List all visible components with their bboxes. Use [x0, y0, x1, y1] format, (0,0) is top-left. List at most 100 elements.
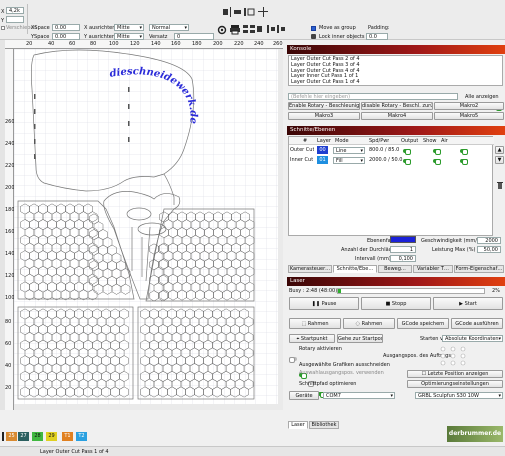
col-output: Output: [401, 138, 419, 144]
stop-label: Stopp: [391, 301, 407, 307]
optimierung-settings-button[interactable]: Optimierungseinstellungen: [407, 380, 503, 388]
command-input[interactable]: (Befehle hier eingeben): [288, 93, 458, 100]
move-as-group-label: Move as group: [319, 25, 356, 31]
starten-von-select[interactable]: Absolute Koordinaten: [442, 335, 503, 342]
output-toggle[interactable]: [403, 148, 411, 155]
palette-swatch[interactable]: 28: [32, 432, 43, 441]
job-origin-grid[interactable]: [439, 345, 467, 367]
layer-table-header: # Layer Mode Spd/Pwr Output Show Air: [289, 137, 494, 145]
leistung-input[interactable]: 50,00: [477, 246, 501, 253]
air-toggle[interactable]: [460, 148, 469, 155]
gcode-run-button[interactable]: GCode ausführen: [451, 318, 503, 329]
makro4-button[interactable]: Makro4: [361, 112, 433, 120]
yspace-input[interactable]: 0.00: [52, 33, 80, 40]
design-canvas[interactable]: dieschneidewerk.de: [14, 49, 283, 410]
move-as-group-checkbox[interactable]: [311, 26, 316, 31]
startpunkt-label: Startpunkt: [300, 336, 328, 342]
palette-swatch[interactable]: T1: [62, 432, 73, 441]
x-align-select[interactable]: Mitte: [114, 24, 144, 31]
makro5-button[interactable]: Makro5: [434, 112, 504, 120]
palette-swatch[interactable]: 27: [18, 432, 29, 441]
makro3-button[interactable]: Makro3: [288, 112, 360, 120]
output-toggle[interactable]: [403, 158, 411, 165]
schnitte-header: Schnitte/Ebenen: [287, 126, 505, 135]
rahmen-round-label: Rahmen: [361, 321, 383, 327]
canvas-scrollbar-vertical[interactable]: [278, 49, 283, 410]
progress-label: 2%: [492, 288, 500, 294]
tab-variabler-text[interactable]: Variabler T…: [413, 265, 453, 273]
move-layer-down-button[interactable]: ▼: [495, 156, 504, 164]
layer-color-swatch[interactable]: [390, 236, 416, 243]
move-layer-up-button[interactable]: ▲: [495, 146, 504, 154]
layer-color-chip[interactable]: 01: [317, 156, 328, 164]
padding-input[interactable]: 0.0: [366, 33, 388, 40]
durchlaeufe-input[interactable]: 1: [390, 246, 416, 253]
durchlaeufe-label: Anzahl der Durchläufe: [341, 247, 397, 253]
canvas-scrollbar-horizontal[interactable]: [14, 404, 278, 410]
air-toggle[interactable]: [460, 158, 469, 165]
show-toggle[interactable]: [432, 148, 441, 155]
pause-icon: ❚❚: [311, 301, 322, 307]
toolbar: X 4,2k Y Verschieben XSpace 0.00 YSpace …: [0, 0, 505, 40]
layer-mode-select[interactable]: Line: [333, 147, 365, 154]
layer-mode-select[interactable]: Fill: [333, 157, 365, 164]
ruler-tick: 100: [109, 41, 119, 47]
gehe-startpos-button[interactable]: Gehe zur Startpos.: [337, 334, 383, 343]
ruler-tick: 260: [273, 41, 283, 47]
ruler-tick: 180: [192, 41, 202, 47]
ruler-tick: 220: [234, 41, 244, 47]
align-tools-icon[interactable]: [222, 6, 272, 18]
tab-schnitte-ebenen[interactable]: Schnitte/Ebe…: [333, 265, 377, 273]
palette-swatch[interactable]: 29: [46, 432, 57, 441]
distribute-icon[interactable]: [266, 24, 286, 35]
enable-rotary-button[interactable]: Enable Rotary - Beschleunigung: [288, 102, 360, 110]
device-select[interactable]: GRBL Sculpfun S30 10W: [415, 392, 503, 399]
table-row[interactable]: Outer Cut 00 Line 800.0 / 85.0: [289, 146, 494, 155]
x-label: X: [1, 9, 5, 15]
xspace-input[interactable]: 0.00: [52, 24, 80, 31]
palette-swatch[interactable]: 25: [6, 432, 17, 441]
layer-color-chip[interactable]: 00: [317, 146, 328, 154]
intervall-input[interactable]: 0,100: [390, 255, 416, 262]
konsole-output: Layer Outer Cut Pass 2 of 4 Layer Outer …: [288, 55, 503, 86]
palette-swatch[interactable]: [2, 432, 4, 441]
rahmen-button[interactable]: ⬚ Rahmen: [289, 318, 341, 329]
port-select[interactable]: COM7: [323, 392, 395, 399]
ruler-tick: 80: [90, 41, 97, 47]
tab-form-eigenschaften[interactable]: Form-Eigenschaf…: [454, 265, 504, 273]
disable-rotary-button[interactable]: disable Rotary - Beschl. zurücksetzen: [361, 102, 433, 110]
palette-swatch[interactable]: T2: [76, 432, 87, 441]
array-icon[interactable]: [243, 24, 263, 35]
startpunkt-button[interactable]: ⌖ Startpunkt: [289, 334, 335, 343]
tab-bewegung[interactable]: Beweg…: [378, 265, 412, 273]
xspace-label: XSpace: [31, 25, 50, 31]
geschwindigkeit-input[interactable]: 2000: [477, 237, 501, 244]
mode-select[interactable]: Normal: [149, 24, 189, 31]
lock-checkbox[interactable]: [1, 26, 5, 30]
tab-laser[interactable]: Laser: [288, 421, 308, 429]
rahmen-round-button[interactable]: ◌ Rahmen: [343, 318, 395, 329]
gcode-save-button[interactable]: GCode speichern: [397, 318, 449, 329]
letzte-position-button[interactable]: ☐ Letzte Position anzeigen: [407, 370, 503, 378]
table-row[interactable]: Inner Cut 01 Fill 2000.0 / 50.0: [289, 156, 494, 165]
rahmen-label: Rahmen: [307, 321, 329, 327]
y-align-select[interactable]: Mitte: [114, 33, 144, 40]
lock-inner-icon[interactable]: [311, 34, 316, 39]
status-bar: Layer Outer Cut Pass 1 of 4: [0, 446, 505, 456]
x-position-input[interactable]: 4,2k: [6, 7, 24, 14]
makro2-button[interactable]: Makro2: [434, 102, 504, 110]
pause-button[interactable]: ❚❚ Pause: [289, 297, 359, 310]
geraete-button[interactable]: Geräte: [289, 391, 319, 400]
rotary-toggle[interactable]: [289, 356, 297, 363]
rotate-icon[interactable]: [217, 25, 227, 35]
tab-bibliothek[interactable]: Bibliothek: [309, 421, 339, 429]
printer-icon[interactable]: [229, 24, 241, 35]
job-origin-radio-icons[interactable]: [439, 345, 467, 367]
trash-icon[interactable]: [496, 181, 504, 190]
show-toggle[interactable]: [432, 158, 441, 165]
versatz-input[interactable]: 0: [174, 33, 214, 40]
y-position-input[interactable]: [6, 16, 24, 23]
start-button[interactable]: ▶ Start: [433, 297, 503, 310]
tab-kamerasteuerung[interactable]: Kamerasteuer…: [288, 265, 332, 273]
stop-button[interactable]: ■ Stopp: [361, 297, 431, 310]
